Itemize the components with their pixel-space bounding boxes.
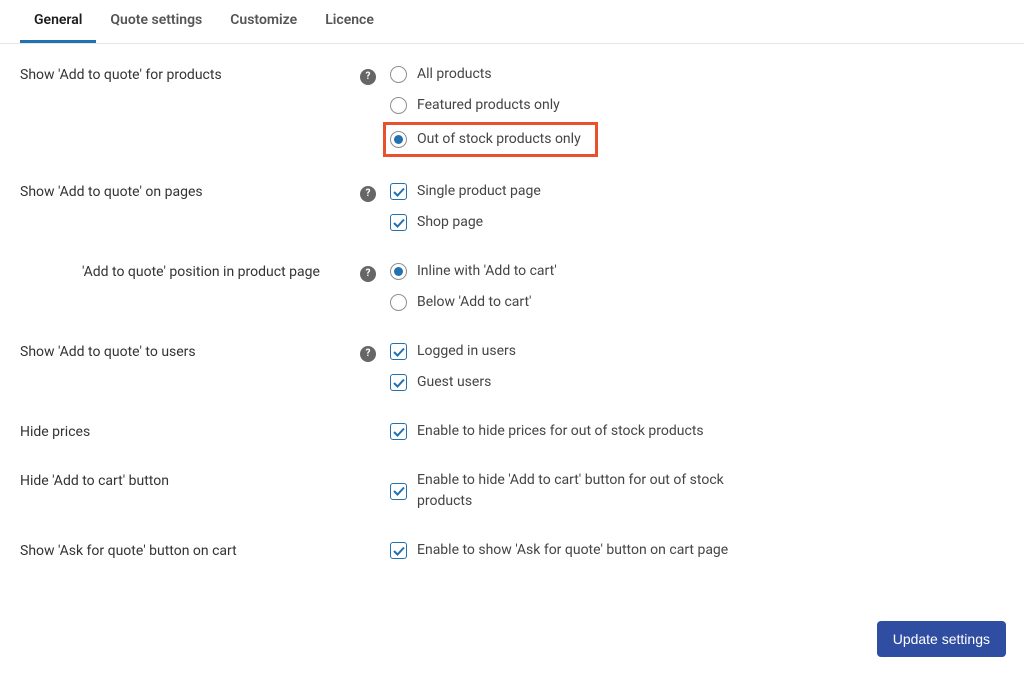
option-label: Logged in users [417,341,516,362]
option-label: All products [417,64,492,85]
radio-input[interactable] [390,131,407,148]
setting-label: 'Add to quote' position in product page [20,261,360,280]
highlighted-option: Out of stock products only [383,122,598,157]
check-icon [393,377,405,389]
option-label: Single product page [417,181,541,202]
radio-option-all-products[interactable]: All products [390,64,1004,85]
check-icon [393,217,405,229]
option-label: Shop page [417,212,483,233]
tab-general[interactable]: General [20,0,96,43]
checkbox-input[interactable] [390,423,407,440]
help-icon[interactable]: ? [360,186,376,202]
setting-show-to-users: Show 'Add to quote' to users ? Logged in… [20,341,1004,393]
checkbox-input[interactable] [390,374,407,391]
setting-label: Show 'Add to quote' to users [20,341,360,360]
radio-input[interactable] [390,66,407,83]
footer-actions: Update settings [877,621,1006,657]
option-label: Guest users [417,372,491,393]
setting-label: Hide 'Add to cart' button [20,470,360,489]
setting-label: Show 'Ask for quote' button on cart [20,540,360,559]
checkbox-input[interactable] [390,542,407,559]
tab-bar: General Quote settings Customize Licence [0,0,1024,44]
setting-position: 'Add to quote' position in product page … [20,261,1004,313]
setting-hide-add-to-cart: Hide 'Add to cart' button Enable to hide… [20,470,1004,512]
option-label: Inline with 'Add to cart' [417,261,557,282]
checkbox-option-single-product[interactable]: Single product page [390,181,1004,202]
checkbox-input[interactable] [390,343,407,360]
setting-label: Hide prices [20,421,360,440]
option-label: Below 'Add to cart' [417,292,532,313]
check-icon [393,485,405,497]
radio-input[interactable] [390,294,407,311]
radio-option-featured-products[interactable]: Featured products only [390,95,1004,116]
check-icon [393,545,405,557]
help-icon[interactable]: ? [360,69,376,85]
help-icon[interactable]: ? [360,266,376,282]
setting-show-on-pages: Show 'Add to quote' on pages ? Single pr… [20,181,1004,233]
option-label: Enable to hide 'Add to cart' button for … [417,470,747,512]
radio-input[interactable] [390,263,407,280]
checkbox-option-logged-in[interactable]: Logged in users [390,341,1004,362]
radio-option-inline[interactable]: Inline with 'Add to cart' [390,261,1004,282]
checkbox-input[interactable] [390,214,407,231]
option-label: Enable to hide prices for out of stock p… [417,421,704,442]
option-label: Out of stock products only [417,129,581,150]
setting-hide-prices: Hide prices Enable to hide prices for ou… [20,421,1004,442]
radio-input[interactable] [390,97,407,114]
help-icon[interactable]: ? [360,346,376,362]
tab-quote-settings[interactable]: Quote settings [96,0,216,43]
setting-show-ask-for-quote: Show 'Ask for quote' button on cart Enab… [20,540,1004,561]
setting-show-for-products: Show 'Add to quote' for products ? All p… [20,64,1004,153]
check-icon [393,186,405,198]
option-label: Featured products only [417,95,560,116]
checkbox-option-hide-add-to-cart[interactable]: Enable to hide 'Add to cart' button for … [390,470,1004,512]
checkbox-option-ask-for-quote[interactable]: Enable to show 'Ask for quote' button on… [390,540,1004,561]
checkbox-option-guest[interactable]: Guest users [390,372,1004,393]
check-icon [393,346,405,358]
update-settings-button[interactable]: Update settings [877,621,1006,657]
checkbox-option-hide-prices[interactable]: Enable to hide prices for out of stock p… [390,421,1004,442]
settings-panel: Show 'Add to quote' for products ? All p… [0,44,1024,669]
option-label: Enable to show 'Ask for quote' button on… [417,540,728,561]
checkbox-input[interactable] [390,483,407,500]
checkbox-option-shop-page[interactable]: Shop page [390,212,1004,233]
tab-licence[interactable]: Licence [311,0,388,43]
tab-customize[interactable]: Customize [216,0,311,43]
check-icon [393,426,405,438]
radio-option-below[interactable]: Below 'Add to cart' [390,292,1004,313]
checkbox-input[interactable] [390,183,407,200]
setting-label: Show 'Add to quote' for products [20,64,360,83]
setting-label: Show 'Add to quote' on pages [20,181,360,200]
